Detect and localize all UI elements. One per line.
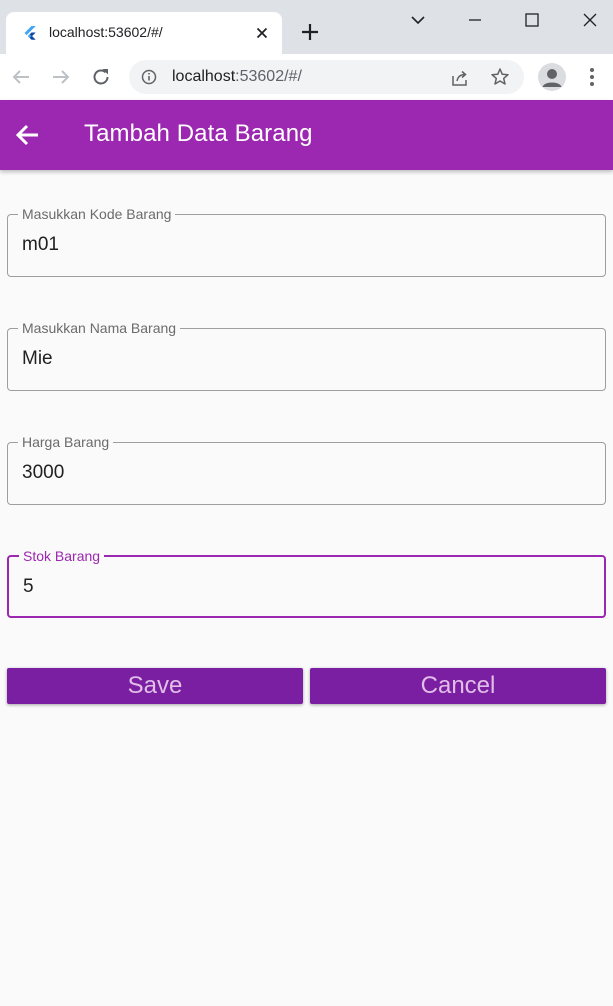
nama-barang-field[interactable]: Masukkan Nama Barang [7,319,606,391]
minimize-icon[interactable] [463,8,487,32]
forward-arrow-icon[interactable] [49,65,73,89]
bookmark-star-icon[interactable] [490,67,510,87]
browser-tab-strip: localhost:53602/#/ [0,0,613,54]
harga-barang-label: Harga Barang [18,433,114,451]
stok-barang-label: Stok Barang [19,547,105,565]
page-title: Tambah Data Barang [84,120,313,147]
nama-barang-input[interactable] [22,348,582,370]
reload-icon[interactable] [89,65,113,89]
new-tab-icon[interactable] [298,20,322,44]
flutter-favicon-icon [24,26,36,40]
more-menu-icon[interactable] [580,65,604,89]
back-arrow-icon[interactable] [9,65,33,89]
profile-avatar[interactable] [538,63,566,91]
url-text[interactable]: localhost:53602/#/ [172,68,302,86]
url-host: localhost [172,68,236,85]
tab-search-chevron-icon[interactable] [406,8,430,32]
site-info-icon[interactable] [141,69,157,85]
stok-barang-input[interactable] [23,576,583,598]
kode-barang-field[interactable]: Masukkan Kode Barang [7,205,606,277]
tab-title: localhost:53602/#/ [49,24,163,40]
browser-toolbar: localhost:53602/#/ [0,54,613,100]
app-bar: Tambah Data Barang [0,100,613,170]
harga-barang-input[interactable] [22,462,582,484]
back-arrow-icon[interactable] [14,121,42,149]
kode-barang-input[interactable] [22,234,582,256]
nama-barang-label: Masukkan Nama Barang [18,319,181,337]
person-icon [542,69,562,87]
kode-barang-label: Masukkan Kode Barang [18,205,176,223]
save-button[interactable]: Save [7,668,303,704]
cancel-button[interactable]: Cancel [310,668,606,704]
share-icon[interactable] [450,68,470,88]
close-tab-icon[interactable] [254,25,270,41]
address-bar[interactable]: localhost:53602/#/ [129,60,524,94]
harga-barang-field[interactable]: Harga Barang [7,433,606,505]
maximize-icon[interactable] [520,8,544,32]
url-path: :53602/#/ [235,68,302,85]
stok-barang-field[interactable]: Stok Barang [7,547,606,618]
browser-tab[interactable]: localhost:53602/#/ [6,12,282,54]
close-window-icon[interactable] [578,8,602,32]
